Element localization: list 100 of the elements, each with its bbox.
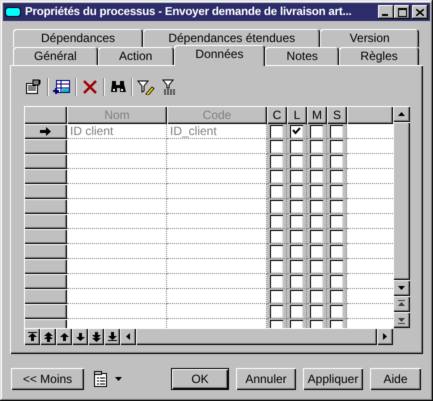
checkbox[interactable]	[270, 304, 283, 318]
tab[interactable]: Dépendances étendues	[143, 29, 320, 47]
scroll-right-button[interactable]	[377, 328, 393, 345]
table-cell[interactable]	[67, 274, 167, 289]
checkbox[interactable]	[330, 274, 343, 288]
move-bottom-button[interactable]	[104, 328, 120, 345]
checkbox[interactable]	[290, 274, 303, 288]
move-down-button[interactable]	[72, 328, 88, 345]
page-up-button[interactable]	[40, 328, 56, 345]
row-selector[interactable]	[24, 169, 67, 184]
table-cell[interactable]	[67, 304, 167, 319]
table-cell[interactable]	[67, 199, 167, 214]
help-button[interactable]: Aide	[370, 368, 421, 390]
checkbox[interactable]	[330, 124, 343, 138]
checkbox[interactable]	[310, 170, 323, 182]
scroll-down-button[interactable]	[393, 280, 410, 296]
checkbox[interactable]	[270, 200, 283, 212]
checkbox[interactable]	[310, 260, 323, 272]
table-cell[interactable]	[67, 259, 167, 274]
scroll-top-button[interactable]	[393, 296, 410, 312]
checkbox[interactable]	[270, 124, 283, 138]
checkbox[interactable]	[270, 230, 283, 242]
less-button[interactable]: << Moins	[11, 368, 84, 390]
table-cell[interactable]	[67, 244, 167, 259]
checkbox[interactable]	[310, 290, 323, 302]
checkbox[interactable]	[290, 214, 303, 228]
checkbox[interactable]	[330, 230, 343, 242]
checkbox[interactable]	[290, 200, 303, 212]
tab[interactable]: Règles	[339, 47, 419, 65]
checkbox[interactable]	[270, 170, 283, 182]
scroll-left-button[interactable]	[120, 328, 136, 345]
minimize-button[interactable]	[378, 5, 394, 19]
maximize-button[interactable]	[394, 5, 410, 19]
checkbox[interactable]	[270, 290, 283, 302]
checkbox[interactable]	[330, 304, 343, 318]
row-selector[interactable]	[24, 304, 67, 319]
checkbox[interactable]	[290, 304, 303, 318]
table-cell[interactable]	[67, 169, 167, 184]
checkbox[interactable]	[290, 184, 303, 198]
column-header[interactable]: S	[327, 106, 347, 124]
checkbox[interactable]	[290, 170, 303, 182]
checkbox[interactable]	[270, 140, 283, 152]
checkbox[interactable]	[310, 154, 323, 168]
checkbox[interactable]	[330, 154, 343, 168]
tab[interactable]: Données	[174, 45, 266, 66]
close-button[interactable]	[412, 5, 428, 19]
row-selector[interactable]	[24, 259, 67, 274]
table-cell[interactable]	[67, 154, 167, 169]
checkbox[interactable]	[330, 200, 343, 212]
checkbox[interactable]	[290, 140, 303, 152]
checkbox[interactable]	[270, 244, 283, 258]
checkbox[interactable]	[290, 230, 303, 242]
table-cell[interactable]	[67, 289, 167, 304]
checkbox[interactable]	[330, 290, 343, 302]
checkbox[interactable]	[330, 214, 343, 228]
tab[interactable]: Action	[98, 47, 174, 65]
move-up-button[interactable]	[56, 328, 72, 345]
checkbox[interactable]	[270, 214, 283, 228]
checkbox[interactable]	[310, 140, 323, 152]
tab[interactable]: Version	[320, 29, 419, 47]
row-selector[interactable]	[24, 244, 67, 259]
tab[interactable]: Dépendances	[13, 29, 144, 47]
table-cell[interactable]	[67, 139, 167, 154]
checkbox[interactable]	[310, 184, 323, 198]
checkbox[interactable]	[270, 274, 283, 288]
row-selector[interactable]	[24, 229, 67, 244]
checkbox[interactable]	[290, 124, 303, 138]
row-selector[interactable]	[24, 199, 67, 214]
table-cell[interactable]	[67, 229, 167, 244]
table-cell[interactable]	[67, 184, 167, 199]
row-selector[interactable]	[24, 214, 67, 229]
row-selector[interactable]	[24, 289, 67, 304]
tab[interactable]: Notes	[265, 47, 340, 65]
checkbox[interactable]	[290, 244, 303, 258]
checkbox[interactable]	[330, 140, 343, 152]
row-selector[interactable]	[24, 274, 67, 289]
checkbox[interactable]	[310, 230, 323, 242]
vertical-scrollbar-thumb[interactable]	[393, 122, 410, 280]
column-header[interactable]: L	[287, 106, 307, 124]
checkbox[interactable]	[330, 170, 343, 182]
checkbox[interactable]	[310, 124, 323, 138]
column-header[interactable]: M	[307, 106, 327, 124]
row-selector[interactable]	[24, 124, 67, 139]
checkbox[interactable]	[310, 244, 323, 258]
row-selector[interactable]	[24, 184, 67, 199]
insert-row-icon[interactable]	[52, 77, 72, 97]
row-selector[interactable]	[24, 139, 67, 154]
checkbox[interactable]	[270, 154, 283, 168]
apply-button[interactable]: Appliquer	[303, 368, 363, 390]
checkbox[interactable]	[310, 200, 323, 212]
checkbox[interactable]	[290, 154, 303, 168]
tab[interactable]: Général	[13, 47, 98, 65]
page-down-button[interactable]	[88, 328, 104, 345]
checkbox[interactable]	[330, 244, 343, 258]
table-cell[interactable]	[67, 214, 167, 229]
table-cell[interactable]: ID client	[67, 124, 167, 139]
scroll-up-button[interactable]	[393, 106, 410, 122]
checkbox[interactable]	[310, 304, 323, 318]
checkbox[interactable]	[310, 214, 323, 228]
horizontal-scrollbar-thumb[interactable]	[136, 328, 377, 345]
